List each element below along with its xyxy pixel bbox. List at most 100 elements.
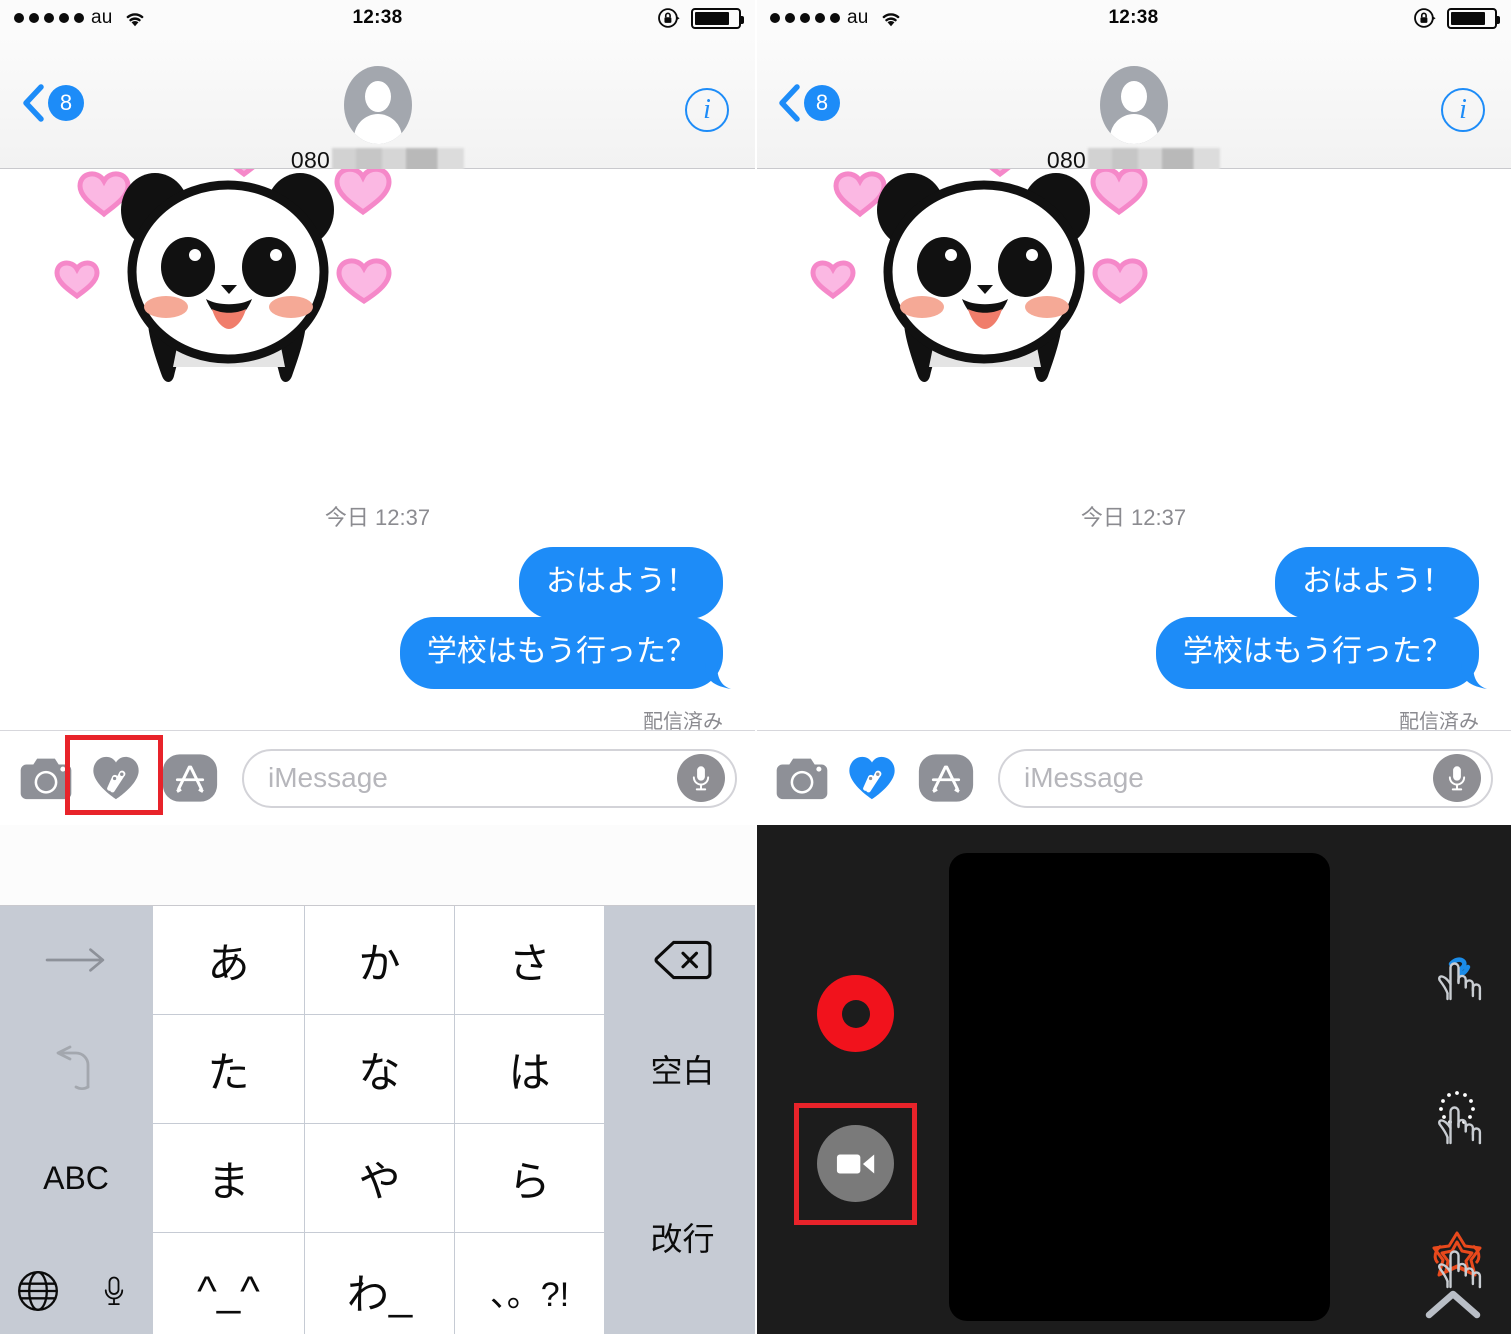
phone-screenshot-right: au 12:38 8 080 i 今日 12:37 おはよう！ 学校はもう行った… [756,0,1511,1334]
contact-header[interactable]: 080 [756,66,1511,174]
hint-tap-dotted-circle-icon[interactable] [1421,1077,1493,1155]
key-ra[interactable]: ら [455,1124,604,1232]
message-bubble-outgoing[interactable]: 学校はもう行った？ [1155,617,1479,689]
delivery-status: 配信済み [643,711,723,730]
info-button[interactable]: i [1441,88,1485,132]
wifi-icon [878,8,904,29]
rotation-lock-icon [656,5,682,31]
message-bubble-outgoing[interactable]: おはよう！ [519,547,723,619]
key-a[interactable]: あ [153,906,304,1014]
globe-icon [15,1268,61,1314]
expand-button[interactable] [1425,1287,1481,1327]
key-ya[interactable]: や [305,1124,454,1232]
status-bar-right [1412,5,1500,31]
video-camera-icon [836,1151,876,1177]
key-na[interactable]: な [305,1015,454,1123]
battery-icon [1447,7,1500,29]
key-dictation[interactable] [76,1271,152,1311]
conversation-timestamp: 今日 12:37 [1080,505,1187,530]
contact-header[interactable]: 080 [0,66,755,174]
digital-touch-canvas[interactable] [949,853,1330,1321]
dictation-button[interactable] [677,754,725,802]
signal-strength-dots [770,13,840,23]
record-heartbeat-button[interactable] [817,975,894,1052]
panda-heart-sticker[interactable] [36,169,422,407]
key-wa[interactable]: わ_ [305,1233,454,1334]
message-bubble-outgoing[interactable]: 学校はもう行った？ [399,617,723,689]
digital-touch-button[interactable] [844,750,900,806]
signal-strength-dots [14,13,84,23]
battery-icon [691,7,744,29]
message-text: 学校はもう行った？ [1182,635,1452,668]
arrow-right-icon [45,946,107,974]
message-input[interactable]: iMessage [242,748,737,808]
bubble-tail [705,663,731,689]
key-ma[interactable]: ま [153,1124,304,1232]
message-text: 学校はもう行った？ [426,635,696,668]
message-input[interactable]: iMessage [998,748,1493,808]
key-ka[interactable]: か [305,906,454,1014]
wifi-icon [122,8,148,29]
key-punctuation[interactable]: 、。?! [455,1233,604,1334]
app-store-icon [918,753,974,803]
gesture-hints [1421,933,1493,1299]
dictation-button[interactable] [1433,754,1481,802]
camera-icon [19,755,73,801]
bubble-tail [1461,663,1487,689]
avatar[interactable] [1099,66,1168,144]
status-bar-left: au [14,7,148,29]
key-space[interactable]: 空白 [605,1015,755,1123]
digital-touch-heart-icon [91,754,141,802]
app-store-button[interactable] [162,750,218,806]
conversation-area: 今日 12:37 おはよう！ 学校はもう行った？ 配信済み [756,169,1511,730]
key-emoticon[interactable]: ^_^ [153,1233,304,1334]
camera-button[interactable] [18,750,74,806]
avatar[interactable] [343,66,412,144]
status-bar: au 12:38 [756,0,1511,36]
panda-heart-sticker[interactable] [792,169,1178,407]
carrier-label: au [847,7,869,28]
key-sa[interactable]: さ [455,906,604,1014]
panel-divider [756,0,757,1334]
info-icon: i [703,94,711,125]
message-text: おはよう！ [546,565,696,598]
digital-touch-button[interactable] [65,735,163,815]
predictive-text-bar[interactable] [0,825,755,906]
info-button[interactable]: i [685,88,729,132]
key-next-candidate[interactable] [0,906,152,1014]
key-abc[interactable]: ABC [0,1124,152,1232]
digital-touch-heart-icon [847,754,897,802]
message-toolbar: iMessage [756,730,1511,825]
camera-icon [775,755,829,801]
message-input-placeholder: iMessage [1024,762,1144,793]
conversation-area: 今日 12:37 おはよう！ 学校はもう行った？ 配信済み [0,169,755,730]
info-icon: i [1459,94,1467,125]
conversation-timestamp: 今日 12:37 [324,505,431,530]
key-ha[interactable]: は [455,1015,604,1123]
key-globe-mic [0,1233,152,1334]
backspace-icon [654,939,712,981]
status-bar: au 12:38 [0,0,755,36]
microphone-icon [1444,762,1470,794]
app-store-icon [162,753,218,803]
key-backspace[interactable] [605,906,755,1014]
status-bar-left: au [770,7,904,29]
key-undo[interactable] [0,1015,152,1123]
phone-screenshot-left: au 12:38 8 080 i 今日 12:37 おはよう！ 学校はもう行った… [0,0,756,1334]
video-toggle-button[interactable] [817,1125,894,1202]
message-input-placeholder: iMessage [268,762,388,793]
key-ta[interactable]: た [153,1015,304,1123]
hint-swipe-sketch-icon[interactable] [1421,933,1493,1011]
microphone-icon [99,1271,129,1311]
app-store-button[interactable] [918,750,974,806]
message-bubble-outgoing[interactable]: おはよう！ [1275,547,1479,619]
rotation-lock-icon [1412,5,1438,31]
digital-touch-panel [756,825,1511,1334]
status-bar-right [656,5,744,31]
key-return[interactable]: 改行 [605,1124,755,1334]
camera-button[interactable] [774,750,830,806]
navigation-bar: 8 080 i [0,36,755,174]
key-globe[interactable] [0,1268,76,1314]
message-text: おはよう！ [1302,565,1452,598]
message-toolbar: iMessage [0,730,755,825]
